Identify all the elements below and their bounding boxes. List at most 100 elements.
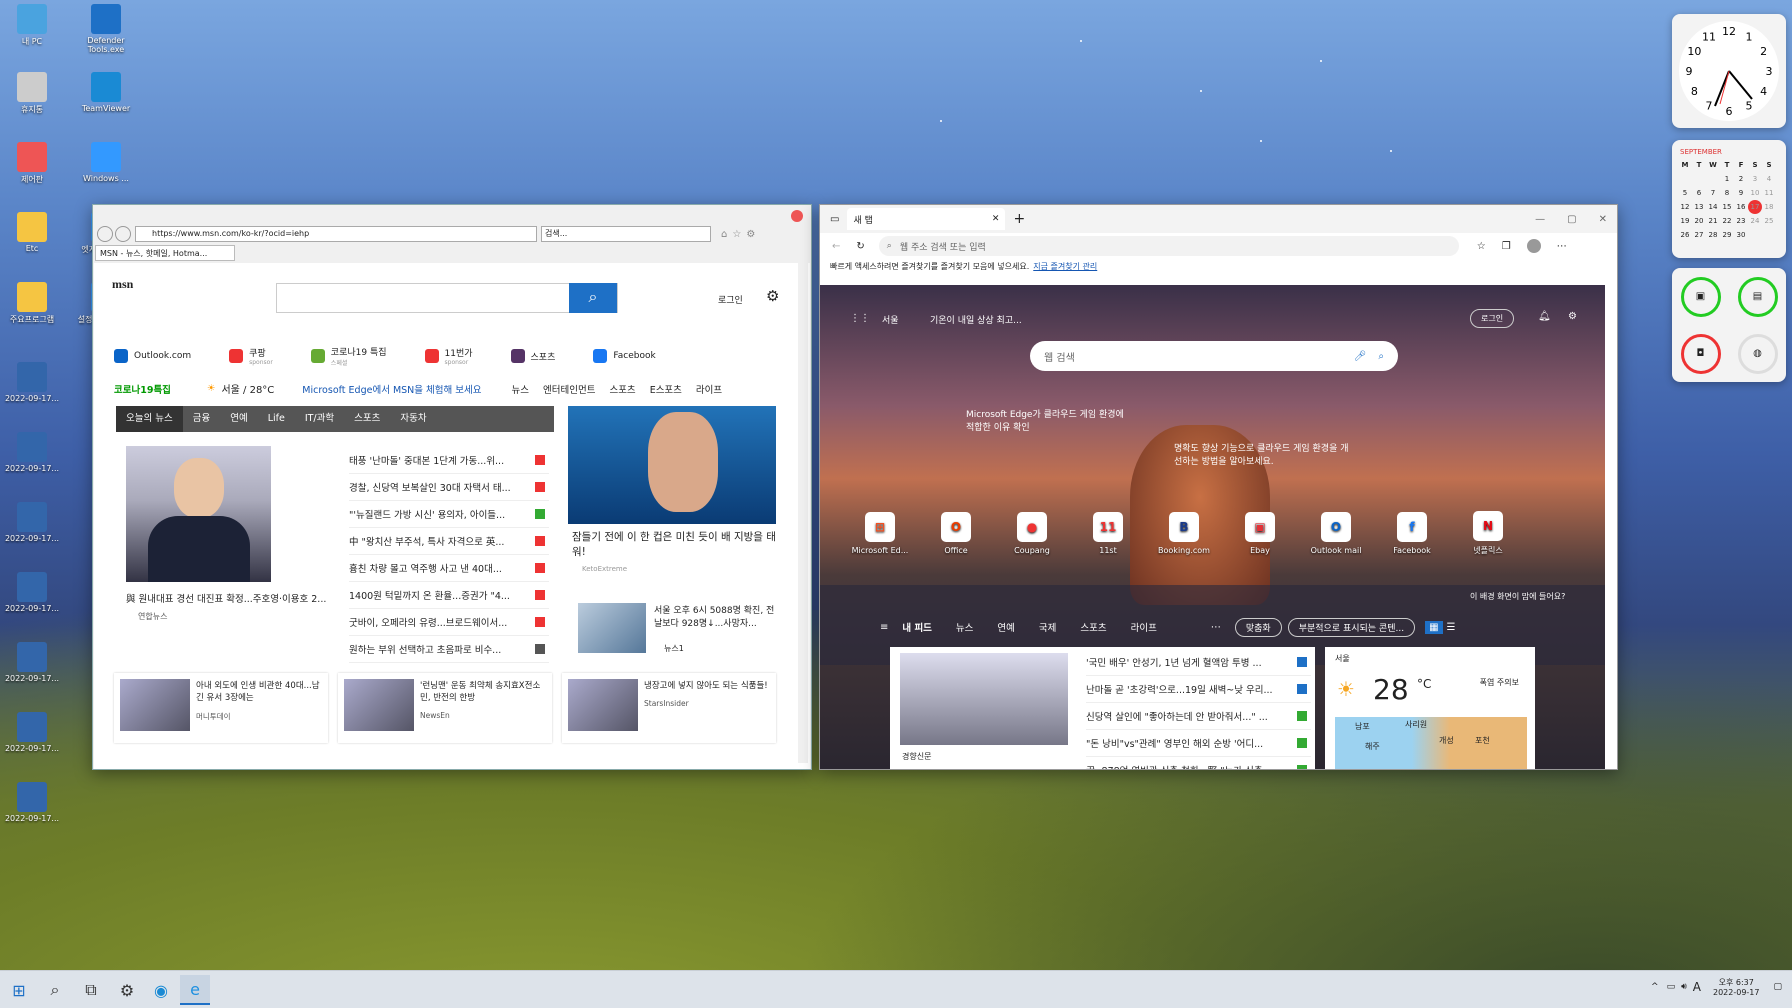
news-item[interactable]: 경찰, 신당역 보복살인 30대 자택서 태...: [349, 474, 549, 501]
back-icon[interactable]: [97, 226, 113, 242]
ie-nav-item[interactable]: 엔터테인먼트: [543, 382, 595, 396]
ie-news-tab[interactable]: Life: [258, 406, 295, 432]
alert-text[interactable]: 기온이 내일 상상 최고...: [930, 313, 1022, 326]
favorite-tile[interactable]: f Facebook: [1374, 512, 1450, 555]
search-icon[interactable]: ⌕: [569, 283, 617, 313]
edge-tab[interactable]: 새 탭 ✕: [847, 208, 1006, 230]
desktop-icon[interactable]: 2022-09-17...: [0, 782, 64, 823]
shortcut-link[interactable]: Facebook: [593, 349, 656, 363]
side-news-title[interactable]: 서울 오후 6시 5088명 확진, 전날보다 928명↓...사망자...: [654, 603, 776, 629]
calendar-day[interactable]: 18: [1762, 200, 1776, 214]
edge-news-card[interactable]: 경향신문 '국민 배우' 안성기, 1년 넘게 혈액암 투병 ... 난마돌 곧 …: [890, 647, 1315, 769]
calendar-day[interactable]: 2: [1734, 172, 1748, 186]
desktop-icon[interactable]: Windows ...: [74, 142, 138, 183]
system-widget[interactable]: ▣ ▤ ◘ ◍: [1672, 268, 1786, 382]
ie-news-tab[interactable]: IT/과학: [295, 406, 344, 432]
desktop-icon[interactable]: 내 PC: [0, 4, 64, 47]
favorite-tile[interactable]: O Outlook mail: [1298, 512, 1374, 555]
edge-icon[interactable]: ◉: [146, 975, 176, 1005]
gear-icon[interactable]: ⚙: [746, 229, 755, 240]
back-icon[interactable]: ←: [832, 241, 840, 252]
menu-icon[interactable]: ≡: [880, 622, 888, 633]
bg-like-link[interactable]: 이 배경 화면이 맘에 들어요?: [1470, 591, 1565, 602]
ie-nav-item[interactable]: 스포츠: [609, 382, 635, 396]
desktop-icon[interactable]: 2022-09-17...: [0, 572, 64, 613]
edge-news-item[interactable]: 尹, 878억 영빈관 신축 철회...野 "누가 신축 ...: [1086, 757, 1311, 769]
edge-news-item[interactable]: "돈 낭비"vs"관례" 영부인 해외 순방 '어디...: [1086, 730, 1311, 757]
desktop-icon[interactable]: 2022-09-17...: [0, 362, 64, 403]
feed-tab[interactable]: 라이프: [1131, 620, 1157, 634]
shortcut-link[interactable]: 쿠팡 sponsor: [229, 346, 273, 366]
more-icon[interactable]: ⋯: [1211, 622, 1221, 633]
calendar-day[interactable]: 19: [1678, 214, 1692, 228]
heat-warning[interactable]: 폭염 주의보: [1477, 677, 1519, 688]
weather-card[interactable]: 서울 ☀ 28 °C 폭염 주의보 남포 사리원 개성 포천 해주: [1325, 647, 1535, 769]
calendar-day[interactable]: 8: [1720, 186, 1734, 200]
shortcut-link[interactable]: 코로나19 특집 스페셜: [310, 345, 387, 367]
feed-tab[interactable]: 스포츠: [1080, 620, 1106, 634]
calendar-day[interactable]: 1: [1720, 172, 1734, 186]
calendar-day[interactable]: 20: [1692, 214, 1706, 228]
collections-icon[interactable]: ❐: [1502, 241, 1511, 252]
settings-icon[interactable]: ⚙: [766, 287, 779, 305]
tray-chevron-icon[interactable]: ^: [1651, 982, 1659, 992]
mic-icon[interactable]: 🎤︎: [1354, 351, 1367, 362]
tip-1[interactable]: Microsoft Edge가 클라우드 게임 환경에 적합한 이유 확인: [966, 407, 1126, 433]
refresh-icon[interactable]: ↻: [856, 241, 864, 252]
favorite-tile[interactable]: ▣ Ebay: [1222, 512, 1298, 555]
weather-map[interactable]: 남포 사리원 개성 포천 해주: [1335, 717, 1527, 769]
home-icon[interactable]: ⌂: [721, 229, 727, 240]
signin-button[interactable]: 로그인: [718, 293, 743, 306]
close-icon[interactable]: [791, 210, 803, 222]
search-icon[interactable]: ⌕: [40, 975, 70, 1005]
favorites-icon[interactable]: ☆: [1477, 241, 1486, 252]
desktop-icon[interactable]: 제어판: [0, 142, 64, 185]
feed-tab[interactable]: 국제: [1039, 620, 1056, 634]
calendar-day[interactable]: 28: [1706, 228, 1720, 242]
msn-search[interactable]: ⌕: [276, 283, 618, 313]
calendar-day[interactable]: 24: [1748, 214, 1762, 228]
calendar-day[interactable]: 16: [1734, 200, 1748, 214]
news-item[interactable]: 원하는 부위 선택하고 초음파로 비수...: [349, 636, 549, 663]
calendar-day[interactable]: [1678, 172, 1692, 186]
edge-address-bar[interactable]: ⌕ 웹 주소 검색 또는 입력: [878, 236, 1459, 256]
volume-icon[interactable]: 🔊︎: [1681, 982, 1687, 992]
calendar-day[interactable]: 23: [1734, 214, 1748, 228]
feed-tab[interactable]: 뉴스: [956, 620, 973, 634]
ie-icon[interactable]: e: [180, 975, 210, 1005]
settings-icon[interactable]: ⚙: [112, 975, 142, 1005]
maximize-icon[interactable]: ▢: [1567, 214, 1576, 225]
calendar-day[interactable]: 5: [1678, 186, 1692, 200]
news-item[interactable]: 굿바이, 오페라의 유령...브로드웨이서...: [349, 609, 549, 636]
new-tab-icon[interactable]: +: [1013, 211, 1025, 227]
calendar-day[interactable]: [1748, 228, 1762, 242]
weather-text[interactable]: 서울 / 28°C: [221, 381, 274, 396]
ie-tab[interactable]: MSN - 뉴스, 핫메일, Hotma...: [95, 245, 235, 261]
calendar-day[interactable]: 14: [1706, 200, 1720, 214]
favorite-tile[interactable]: ⊞ Microsoft Ed...: [842, 512, 918, 555]
apps-icon[interactable]: ⋮⋮: [850, 313, 870, 324]
desktop-icon[interactable]: Defender Tools.exe: [74, 4, 138, 54]
feed-tab[interactable]: 연예: [997, 620, 1014, 634]
ie-news-tab[interactable]: 오늘의 뉴스: [116, 406, 183, 432]
news-item[interactable]: 1400원 턱밑까지 온 환율...증권가 "4...: [349, 582, 549, 609]
edge-signin-button[interactable]: 로그인: [1470, 309, 1515, 328]
calendar-day[interactable]: 13: [1692, 200, 1706, 214]
search-icon[interactable]: ⌕: [1378, 351, 1384, 362]
tip-2[interactable]: 명확도 향상 기능으로 클라우드 게임 환경을 개선하는 방법을 알아보세요.: [1174, 441, 1354, 467]
edge-news-image[interactable]: [900, 653, 1068, 745]
grid-view-icon[interactable]: ▦: [1425, 620, 1443, 634]
bell-icon[interactable]: 🔔︎: [1538, 311, 1551, 322]
calendar-widget[interactable]: SEPTEMBER M T W T F S S 1 2 3 4 5 6 7 8 9 10 11 12 13 14 15 16…: [1672, 140, 1786, 258]
calendar-day[interactable]: 11: [1762, 186, 1776, 200]
shortcut-link[interactable]: 스포츠: [510, 349, 555, 363]
desktop-icon[interactable]: 2022-09-17...: [0, 642, 64, 683]
settings-icon[interactable]: ⚙: [1568, 311, 1577, 322]
edge-news-item[interactable]: 신당역 살인에 "좋아하는데 안 받아줘서..." ...: [1086, 703, 1311, 730]
star-icon[interactable]: ☆: [732, 229, 741, 240]
ie-search-box[interactable]: 검색...: [541, 226, 711, 242]
calendar-day[interactable]: 22: [1720, 214, 1734, 228]
news-item[interactable]: 태풍 '난마돌' 중대본 1단계 가동...위...: [349, 447, 549, 474]
favorite-tile[interactable]: ● Coupang: [994, 512, 1070, 555]
favorite-tile[interactable]: 11 11st: [1070, 512, 1146, 555]
